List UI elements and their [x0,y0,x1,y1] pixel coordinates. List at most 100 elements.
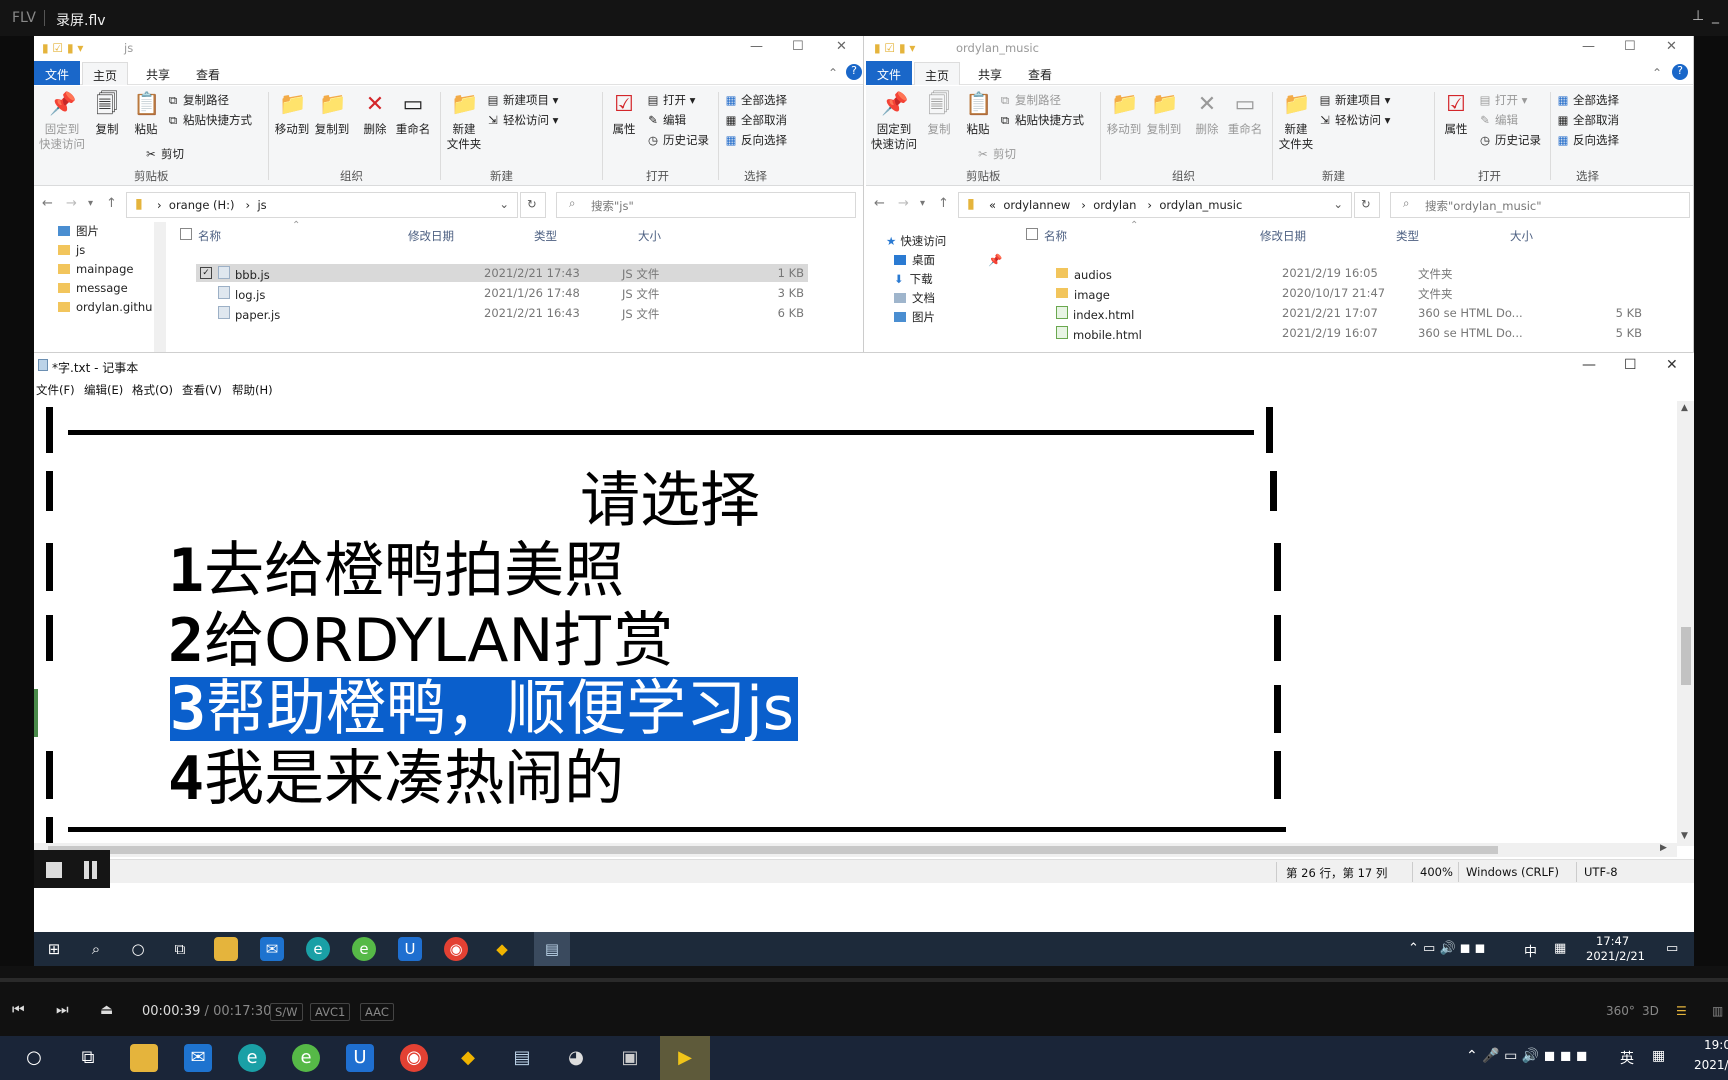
nav-item-downloads[interactable]: ⬇ 下载 [866,270,1016,289]
address-dropdown-icon[interactable]: ⌄ [499,197,509,211]
horizontal-scrollbar[interactable]: ▶ [34,843,1677,857]
row-checkbox[interactable]: ✓ [200,267,212,279]
scroll-thumb[interactable] [48,846,1498,854]
close-icon[interactable]: ✕ [836,39,847,54]
scroll-right-icon[interactable]: ▶ [1660,843,1667,853]
collapse-ribbon-icon[interactable]: ⌃ [1652,66,1662,80]
copy-button[interactable]: 🗐 复制 [88,92,126,137]
help-icon[interactable]: ? [846,64,862,80]
git-icon[interactable]: ◆ [490,937,514,961]
file-row[interactable]: ✓ bbb.js 2021/2/21 17:43 JS 文件 1 KB [196,264,808,282]
help-icon[interactable]: ? [1672,64,1688,80]
chrome-icon[interactable]: ◉ [444,937,468,961]
file-row[interactable]: audios 2021/2/19 16:05 文件夹 [1042,264,1672,282]
pin-quick-access-button[interactable]: 📌 固定到 快速访问 [38,92,86,152]
task-view-icon[interactable]: ⧉ [74,1044,102,1072]
copy-to-button[interactable]: 📁 复制到 [312,92,352,137]
minimize-icon[interactable]: — [1582,357,1596,373]
nav-item-ordylan-github[interactable]: ordylan.github.io [34,298,152,317]
cortana-icon[interactable]: ○ [126,937,150,961]
forward-icon[interactable]: → [898,196,909,211]
recent-locations-icon[interactable]: ▾ [920,198,925,209]
quick-access-toolbar-icon[interactable]: ▮ ☑ ▮ ▾ [42,41,83,55]
vr360-button[interactable]: 360° [1606,1004,1635,1018]
breadcrumb-ordylan-music[interactable]: ordylan_music [1159,198,1242,212]
mail-icon[interactable]: ✉ [184,1044,212,1072]
rename-button[interactable]: ▭ 重命名 [392,92,434,137]
col-type[interactable]: 类型 [1396,228,1419,244]
nav-item-pictures[interactable]: 图片 [34,222,152,241]
col-name[interactable]: 名称 [1044,228,1067,244]
ime-mode-icon[interactable]: ▦ [1554,941,1566,956]
new-item-button[interactable]: ▤ 新建项目 ▾ [486,92,559,108]
history-button[interactable]: ◷ 历史记录 [1478,132,1541,148]
ime-indicator[interactable]: 中 [1524,941,1537,960]
up-icon[interactable]: ↑ [106,196,117,211]
edit-button[interactable]: ✎ 编辑 [646,112,686,128]
copy-path-button[interactable]: ⧉ 复制路径 [166,92,229,108]
col-date[interactable]: 修改日期 [408,228,454,244]
search-box[interactable]: ⌕ 搜索"js" [556,192,856,218]
col-type[interactable]: 类型 [534,228,557,244]
close-icon[interactable]: ✕ [1666,39,1677,54]
copy-to-button[interactable]: 📁 复制到 [1144,92,1184,137]
vertical-scrollbar[interactable]: ▲ ▼ [1677,401,1694,846]
copy-button[interactable]: 🗐 复制 [920,92,958,137]
back-icon[interactable]: ← [874,196,885,211]
text-area[interactable]: 请选择 1去给橙鸭拍美照 2给ORDYLAN打赏 3帮助橙鸭，顺便学习js 4我… [34,401,1692,843]
maximize-icon[interactable]: ☐ [792,39,804,54]
scroll-down-icon[interactable]: ▼ [1681,831,1688,841]
collapse-ribbon-icon[interactable]: ⌃ [828,66,838,80]
file-row[interactable]: index.html 2021/2/21 17:07 360 se HTML D… [1042,304,1672,322]
seek-bar[interactable] [0,978,1728,982]
edge-icon[interactable]: e [238,1044,266,1072]
playlist-icon[interactable]: ☰ [1676,1004,1687,1018]
nav-item-quick-access[interactable]: ★ 快速访问 [866,232,1016,251]
select-none-button[interactable]: ▦ 全部取消 [1556,112,1619,128]
browser-360-icon[interactable]: e [352,937,376,961]
select-all-checkbox[interactable] [180,228,192,240]
move-to-button[interactable]: 📁 移动到 [272,92,312,137]
invert-selection-button[interactable]: ▦ 反向选择 [724,132,787,148]
col-size[interactable]: 大小 [1510,228,1533,244]
tray-icons[interactable]: ⌃ ▭ 🔊 ◼ ◼ [1408,941,1485,956]
nav-item-desktop[interactable]: 桌面 📌 [866,251,1016,270]
menu-edit[interactable]: 编辑(E) [84,382,123,398]
select-none-button[interactable]: ▦ 全部取消 [724,112,787,128]
tab-home[interactable]: 主页 [82,62,129,85]
previous-icon[interactable]: ⏮ [12,1002,25,1018]
cortana-icon[interactable]: ○ [20,1044,48,1072]
tab-home[interactable]: 主页 [914,62,961,85]
menu-view[interactable]: 查看(V) [182,382,222,398]
file-row[interactable]: mobile.html 2021/2/19 16:07 360 se HTML … [1042,324,1672,342]
paste-button[interactable]: 📋 粘贴 [958,92,998,137]
properties-button[interactable]: ☑ 属性 [606,92,642,137]
notepad-taskbar-icon[interactable]: ▤ [534,932,570,966]
tab-view[interactable]: 查看 [196,66,220,83]
properties-button[interactable]: ☑ 属性 [1438,92,1474,137]
recent-locations-icon[interactable]: ▾ [88,198,93,209]
up-icon[interactable]: ↑ [938,196,949,211]
video-player-taskbar-icon[interactable]: ▶ [660,1036,710,1080]
tray-icons[interactable]: ⌃ 🎤 ▭ 🔊 ◼ ◼ ◼ [1466,1048,1587,1064]
ime-indicator[interactable]: 英 [1620,1048,1634,1068]
nav-scrollbar[interactable] [154,222,166,352]
menu-file[interactable]: 文件(F) [36,382,75,398]
new-folder-button[interactable]: 📁 新建 文件夹 [444,92,484,152]
clock-time[interactable]: 19:0 [1704,1038,1728,1052]
file-row[interactable]: log.js 2021/1/26 17:48 JS 文件 3 KB [196,284,808,302]
nav-item-documents[interactable]: 文档 [866,289,1016,308]
open-button[interactable]: ▤ 打开 ▾ [646,92,696,108]
decoder-badge[interactable]: S/W [270,1003,303,1021]
easy-access-button[interactable]: ⇲ 轻松访问 ▾ [1318,112,1390,128]
select-all-button[interactable]: ▦ 全部选择 [724,92,787,108]
stop-icon[interactable] [46,862,62,878]
app-icon[interactable]: ◕ [562,1044,590,1072]
select-all-button[interactable]: ▦ 全部选择 [1556,92,1619,108]
col-date[interactable]: 修改日期 [1260,228,1306,244]
browser-360-icon[interactable]: e [292,1044,320,1072]
paste-button[interactable]: 📋 粘贴 [126,92,166,137]
chrome-icon[interactable]: ◉ [400,1044,428,1072]
delete-button[interactable]: ✕ 删除 [358,92,392,137]
pause-icon[interactable] [82,861,100,879]
